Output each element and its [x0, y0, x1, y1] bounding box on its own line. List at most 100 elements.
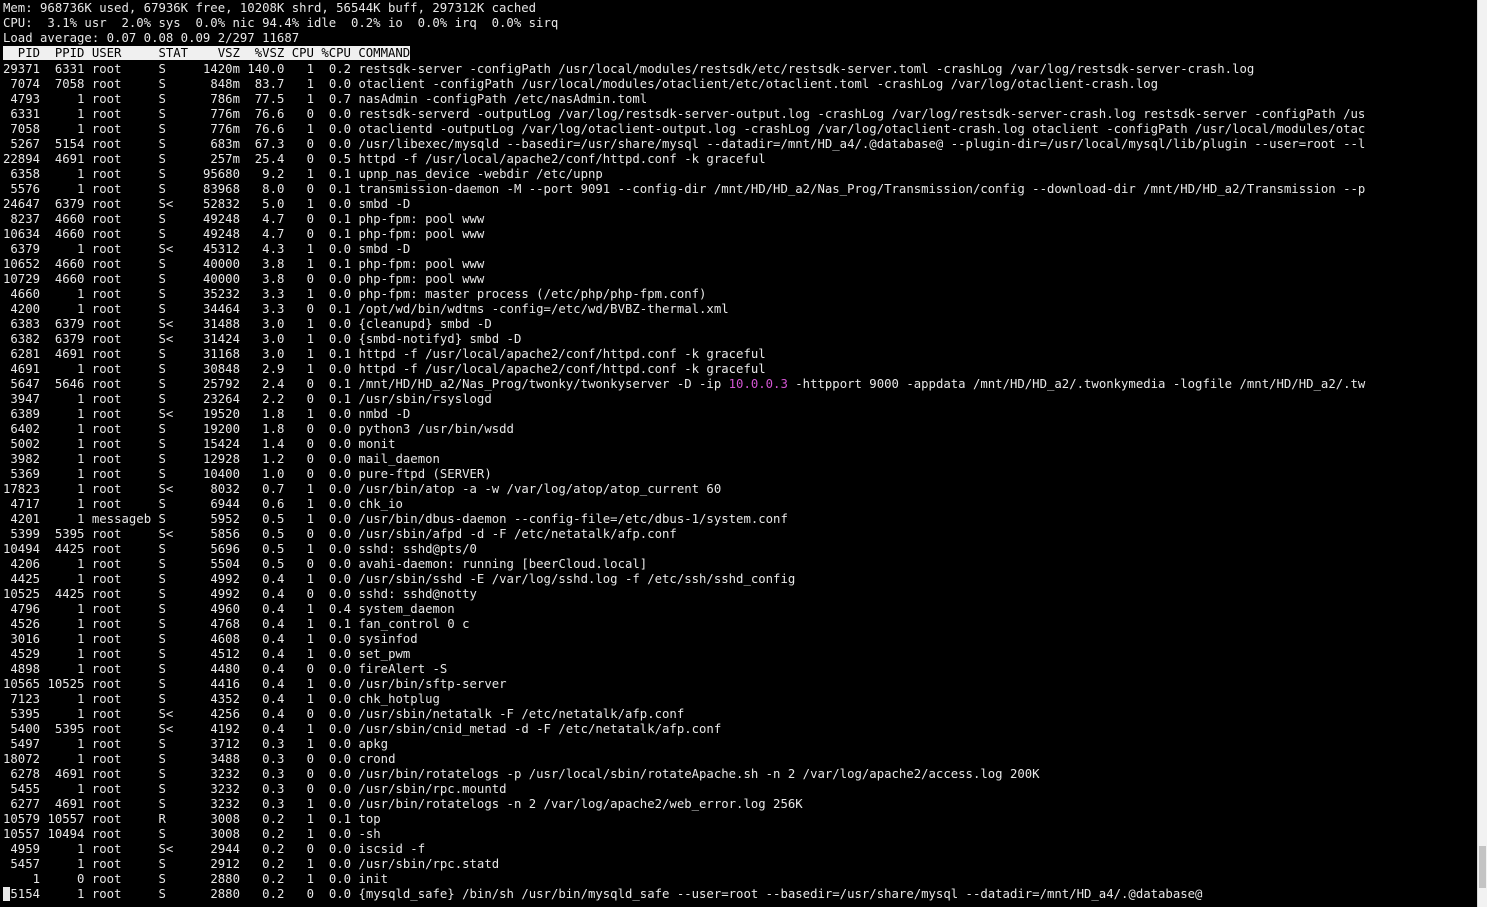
process-pid: 4898 — [3, 662, 41, 676]
process-cpu: 0 — [291, 137, 315, 151]
process-vsz: 786m — [195, 92, 240, 106]
process-cpu: 1 — [291, 617, 315, 631]
process-vsz: 5696 — [195, 542, 240, 556]
process-stat: S — [158, 557, 189, 571]
process-command: httpd -f /usr/local/apache2/conf/httpd.c… — [358, 347, 766, 361]
process-pcpu: 0.0 — [321, 872, 352, 886]
process-vsz: 31488 — [195, 317, 240, 331]
process-vsz: 12928 — [195, 452, 240, 466]
process-stat: S< — [158, 197, 189, 211]
process-row: 7123 1 root S 4352 0.4 1 0.0 chk_hotplug — [0, 692, 1477, 707]
process-vsz: 5952 — [195, 512, 240, 526]
process-row: 5647 5646 root S 25792 2.4 0 0.1 /mnt/HD… — [0, 377, 1477, 392]
process-stat: S — [158, 587, 189, 601]
vertical-scrollbar[interactable] — [1477, 0, 1487, 907]
process-ppid: 1 — [47, 887, 85, 901]
process-stat: S — [158, 887, 189, 901]
process-pcpu: 0.0 — [321, 587, 352, 601]
process-pcpu: 0.0 — [321, 437, 352, 451]
terminal-window[interactable]: Mem: 968736K used, 67936K free, 10208K s… — [0, 0, 1477, 907]
process-pvsz: 3.0 — [247, 317, 285, 331]
process-ppid: 1 — [47, 452, 85, 466]
process-cpu: 1 — [291, 122, 315, 136]
process-ppid: 1 — [47, 752, 85, 766]
process-pvsz: 0.4 — [247, 617, 285, 631]
process-pid: 3982 — [3, 452, 41, 466]
process-vsz: 49248 — [195, 227, 240, 241]
process-pid: 4206 — [3, 557, 41, 571]
process-pcpu: 0.0 — [321, 482, 352, 496]
process-pcpu: 0.0 — [321, 497, 352, 511]
process-user: root — [91, 482, 152, 496]
process-pvsz: 1.2 — [247, 452, 285, 466]
process-vsz: 25792 — [195, 377, 240, 391]
process-pid: 4425 — [3, 572, 41, 586]
process-ppid: 1 — [47, 512, 85, 526]
process-vsz: 4992 — [195, 572, 240, 586]
process-pid: 6331 — [3, 107, 41, 121]
process-ppid: 1 — [47, 617, 85, 631]
process-pid: 4660 — [3, 287, 41, 301]
process-stat: S — [158, 617, 189, 631]
process-command-rest: -httpport 9000 -appdata /mnt/HD/HD_a2/.t… — [787, 377, 1366, 391]
process-ppid: 1 — [47, 407, 85, 421]
process-user: root — [91, 647, 152, 661]
process-pid: 7058 — [3, 122, 41, 136]
process-pvsz: 2.4 — [247, 377, 285, 391]
process-row: 6383 6379 root S< 31488 3.0 1 0.0 {clean… — [0, 317, 1477, 332]
process-cpu: 1 — [291, 407, 315, 421]
process-pid: 10579 — [3, 812, 41, 826]
process-vsz: 3232 — [195, 767, 240, 781]
process-user: root — [91, 452, 152, 466]
process-user: root — [91, 257, 152, 271]
process-row: 18072 1 root S 3488 0.3 0 0.0 crond — [0, 752, 1477, 767]
process-cpu: 1 — [291, 857, 315, 871]
process-ppid: 1 — [47, 737, 85, 751]
process-ppid: 1 — [47, 182, 85, 196]
process-pcpu: 0.0 — [321, 737, 352, 751]
process-command: restsdk-serverd -outputLog /var/log/rest… — [358, 107, 1366, 121]
process-row: 22894 4691 root S 257m 25.4 0 0.5 httpd … — [0, 152, 1477, 167]
process-user: root — [91, 857, 152, 871]
process-stat: S — [158, 452, 189, 466]
process-pvsz: 4.7 — [247, 227, 285, 241]
process-pid: 4529 — [3, 647, 41, 661]
process-command: /opt/wd/bin/wdtms -config=/etc/wd/BVBZ-t… — [358, 302, 729, 316]
process-command: set_pwm — [358, 647, 411, 661]
process-command: httpd -f /usr/local/apache2/conf/httpd.c… — [358, 152, 766, 166]
process-ppid: 1 — [47, 302, 85, 316]
process-ppid: 6331 — [47, 62, 85, 76]
process-ppid: 1 — [47, 422, 85, 436]
process-pid: 6383 — [3, 317, 41, 331]
process-stat: S — [158, 347, 189, 361]
process-pcpu: 0.0 — [321, 407, 352, 421]
process-cpu: 0 — [291, 467, 315, 481]
process-pcpu: 0.1 — [321, 227, 352, 241]
process-pcpu: 0.0 — [321, 632, 352, 646]
process-command: php-fpm: pool www — [358, 257, 485, 271]
process-pvsz: 1.0 — [247, 467, 285, 481]
process-user: root — [91, 602, 152, 616]
process-vsz: 776m — [195, 107, 240, 121]
process-stat: S — [158, 662, 189, 676]
process-vsz: 4512 — [195, 647, 240, 661]
process-stat: S — [158, 422, 189, 436]
process-user: root — [91, 212, 152, 226]
process-cpu: 1 — [291, 797, 315, 811]
process-user: root — [91, 572, 152, 586]
process-pvsz: 0.4 — [247, 662, 285, 676]
process-pid: 18072 — [3, 752, 41, 766]
process-pid: 6358 — [3, 167, 41, 181]
process-user: root — [91, 242, 152, 256]
process-stat: S< — [158, 482, 189, 496]
process-vsz: 6944 — [195, 497, 240, 511]
process-vsz: 257m — [195, 152, 240, 166]
process-pcpu: 0.0 — [321, 572, 352, 586]
process-pcpu: 0.1 — [321, 212, 352, 226]
process-cpu: 1 — [291, 362, 315, 376]
process-ppid: 1 — [47, 497, 85, 511]
process-ppid: 1 — [47, 437, 85, 451]
process-ppid: 1 — [47, 707, 85, 721]
process-command: restsdk-server -configPath /usr/local/mo… — [358, 62, 1255, 76]
scrollbar-thumb[interactable] — [1479, 846, 1486, 888]
